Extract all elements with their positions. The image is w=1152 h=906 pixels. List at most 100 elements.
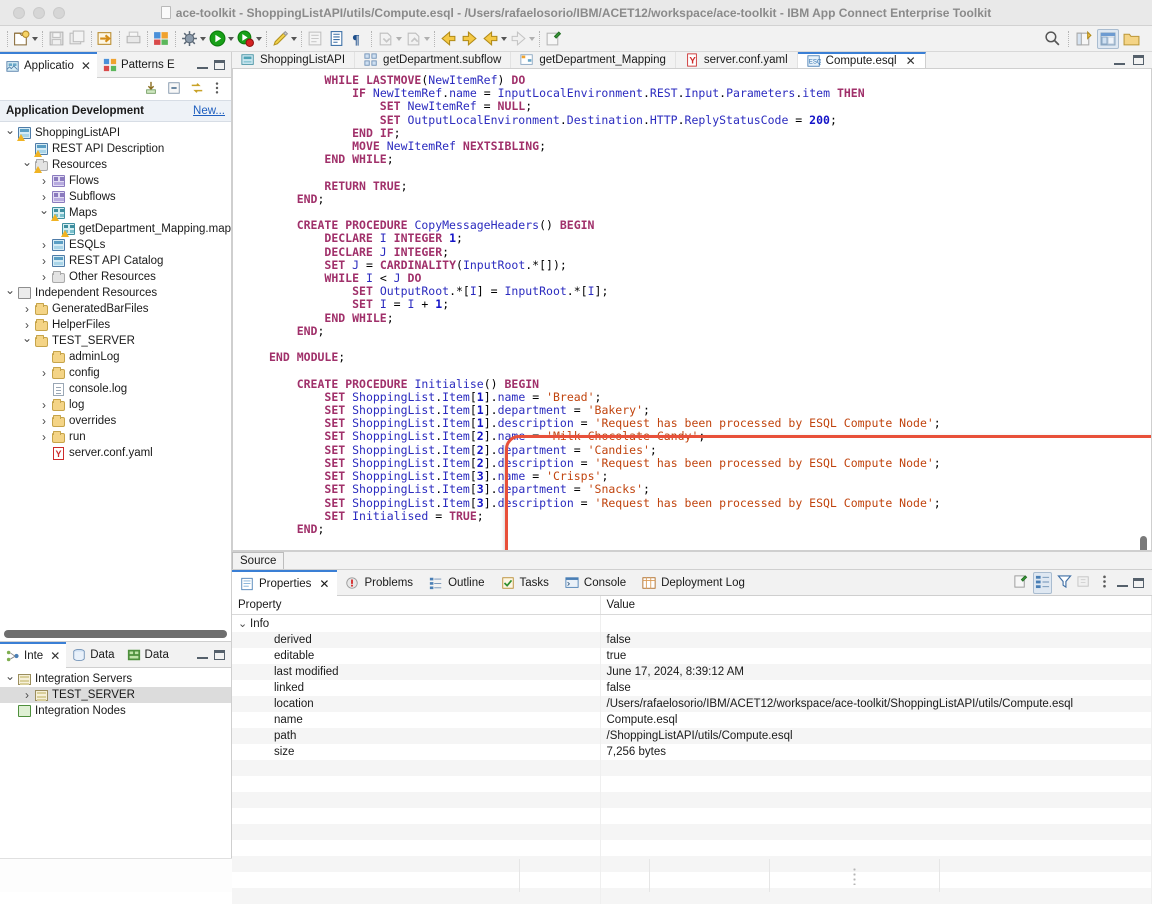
back-history-dropdown-arrow[interactable]	[501, 30, 508, 47]
tab-data-source-explorer[interactable]: Data	[66, 642, 120, 668]
maximize-icon[interactable]	[214, 59, 225, 70]
tree-twistie[interactable]	[4, 286, 16, 300]
tree-twistie[interactable]	[38, 206, 50, 220]
tree-item[interactable]: Independent Resources	[0, 285, 231, 301]
column-header-property[interactable]: Property	[232, 596, 601, 615]
editor-tab[interactable]: Yserver.conf.yaml	[676, 52, 798, 68]
property-value-cell[interactable]: false	[600, 632, 1152, 648]
tree-twistie[interactable]	[38, 366, 50, 380]
column-header-value[interactable]: Value	[600, 596, 1152, 615]
properties-tab[interactable]: Tasks	[493, 570, 557, 596]
integration-development-perspective-icon[interactable]	[1097, 28, 1119, 49]
tree-item[interactable]: TEST_SERVER	[0, 333, 231, 349]
tab-integration-explorer[interactable]: Inte ✕	[0, 641, 67, 668]
show-whitespace-icon[interactable]	[326, 28, 347, 50]
profile-dropdown-arrow[interactable]	[256, 30, 263, 47]
application-development-tree[interactable]: ShoppingListAPI REST API Description Resou…	[0, 122, 231, 627]
tree-twistie[interactable]	[38, 190, 50, 204]
tree-twistie[interactable]	[38, 398, 50, 412]
test-dropdown-arrow[interactable]	[291, 30, 298, 47]
tree-item[interactable]: Integration Nodes	[0, 703, 231, 719]
tree-item[interactable]: ShoppingListAPI	[0, 125, 231, 141]
previous-annotation-dropdown-arrow[interactable]	[424, 30, 431, 47]
open-perspective-icon[interactable]	[1074, 28, 1095, 50]
tree-item[interactable]: getDepartment_Mapping.map	[0, 221, 231, 237]
tree-item[interactable]: HelperFiles	[0, 317, 231, 333]
run-icon[interactable]	[207, 28, 228, 50]
print-icon[interactable]	[123, 28, 144, 50]
tree-twistie[interactable]	[21, 158, 33, 172]
close-icon[interactable]: ✕	[81, 59, 91, 73]
tree-item[interactable]: Flows	[0, 173, 231, 189]
link-with-editor-icon[interactable]	[190, 81, 204, 98]
editor-tab[interactable]: getDepartment.subflow	[355, 52, 512, 68]
editor-tab[interactable]: ESQL Compute.esql ✕	[797, 52, 926, 68]
next-annotation-icon[interactable]	[375, 28, 396, 50]
integration-servers-tree[interactable]: Integration Servers TEST_SERVER Integratio…	[0, 668, 231, 858]
maximize-icon[interactable]	[214, 649, 225, 660]
properties-tab[interactable]: Problems	[337, 570, 421, 596]
tree-twistie[interactable]	[4, 672, 16, 686]
editor-vertical-scrollbar[interactable]	[1137, 71, 1149, 550]
tree-twistie[interactable]	[21, 334, 33, 348]
resize-grip-icon[interactable]	[853, 866, 856, 885]
property-value-cell[interactable]: June 17, 2024, 8:39:12 AM	[600, 664, 1152, 680]
tree-horizontal-scrollbar[interactable]	[0, 627, 231, 641]
table-row[interactable]: linked false	[232, 680, 1152, 696]
view-menu-icon-wrap[interactable]	[1097, 574, 1112, 592]
property-value-cell[interactable]: 7,256 bytes	[600, 744, 1152, 760]
minimize-window-button[interactable]	[33, 6, 45, 19]
tree-twistie[interactable]	[21, 688, 33, 702]
properties-tab[interactable]: Outline	[421, 570, 492, 596]
pilcrow-icon[interactable]: ¶	[347, 28, 368, 50]
property-value-cell[interactable]: /ShoppingListAPI/utils/Compute.esql	[600, 728, 1152, 744]
properties-tab[interactable]: Deployment Log	[634, 570, 753, 596]
collapse-all-icon[interactable]	[167, 81, 181, 98]
next-annotation-dropdown-arrow[interactable]	[396, 30, 403, 47]
table-row[interactable]: derived false	[232, 632, 1152, 648]
view-menu-icon[interactable]	[1097, 574, 1112, 589]
tree-twistie[interactable]	[38, 270, 50, 284]
new-properties-view-icon-wrap[interactable]	[1013, 574, 1028, 592]
scrollbar-thumb[interactable]	[4, 630, 227, 638]
search-icon[interactable]	[1042, 28, 1063, 50]
tab-data-project-explorer[interactable]: Data	[121, 642, 175, 668]
tree-twistie[interactable]	[4, 126, 16, 140]
tree-item[interactable]: Integration Servers	[0, 671, 231, 687]
tree-item[interactable]: REST API Catalog	[0, 253, 231, 269]
table-row[interactable]: last modified June 17, 2024, 8:39:12 AM	[232, 664, 1152, 680]
back-icon[interactable]	[438, 28, 459, 50]
table-row[interactable]: location/Users/rafaelosorio/IBM/ACET12/w…	[232, 696, 1152, 712]
tree-item[interactable]: console.log	[0, 381, 231, 397]
tree-twistie[interactable]	[38, 254, 50, 268]
new-wizard-icon[interactable]	[11, 28, 32, 50]
tree-twistie[interactable]	[38, 430, 50, 444]
forward-history-icon[interactable]	[508, 28, 529, 50]
tree-item[interactable]: Other Resources	[0, 269, 231, 285]
close-icon[interactable]: ✕	[906, 54, 916, 68]
esql-source-editor[interactable]: WHILE LASTMOVE(NewItemRef) DO IF NewItem…	[232, 69, 1152, 551]
filter-icon[interactable]	[1057, 574, 1072, 589]
back-history-icon[interactable]	[480, 28, 501, 50]
tree-item[interactable]: Resources	[0, 157, 231, 173]
forward-step-icon[interactable]	[459, 28, 480, 50]
tree-item[interactable]: GeneratedBarFiles	[0, 301, 231, 317]
property-group-row[interactable]: ⌄ Info	[232, 614, 1152, 632]
other-perspective-icon[interactable]	[1121, 28, 1142, 50]
show-categories-icon-wrap[interactable]	[1033, 571, 1052, 594]
tree-item[interactable]: run	[0, 429, 231, 445]
save-all-icon[interactable]	[67, 28, 88, 50]
code-content[interactable]: WHILE LASTMOVE(NewItemRef) DO IF NewItem…	[233, 69, 1151, 536]
minimize-icon[interactable]	[1114, 56, 1125, 65]
minimize-icon[interactable]	[197, 650, 208, 659]
table-row[interactable]: editable true	[232, 648, 1152, 664]
group-twistie[interactable]: ⌄	[238, 617, 250, 630]
previous-annotation-icon[interactable]	[403, 28, 424, 50]
tab-source[interactable]: Source	[232, 552, 285, 569]
maximize-icon[interactable]	[1133, 55, 1144, 65]
tree-item[interactable]: ESQLs	[0, 237, 231, 253]
show-categories-icon[interactable]	[1035, 574, 1050, 589]
test-icon[interactable]	[270, 28, 291, 50]
property-value-cell[interactable]: /Users/rafaelosorio/IBM/ACET12/workspace…	[600, 696, 1152, 712]
open-editor-icon[interactable]	[305, 28, 326, 50]
